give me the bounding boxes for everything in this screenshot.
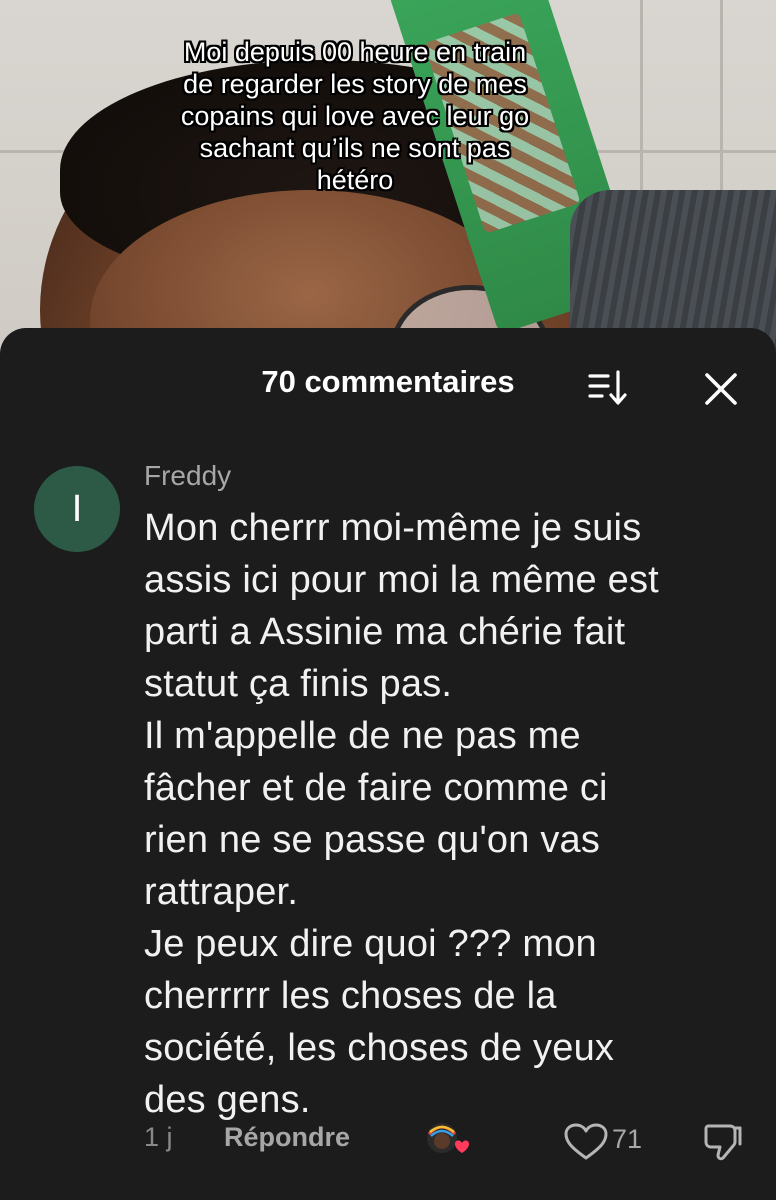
comment-text: Mon cherrr moi-même je suis assis ici po… — [144, 507, 659, 1121]
comment-time: 1 j — [144, 1122, 173, 1152]
close-icon — [705, 373, 737, 405]
comment-avatar[interactable]: I — [34, 466, 120, 552]
comments-sheet: 70 commentaires I Freddy Mon cherrr moi-… — [0, 328, 776, 1200]
thumbs-down-icon — [704, 1124, 742, 1161]
video-caption: Moi depuis 00 heure en train de regarder… — [180, 37, 530, 195]
comments-header: 70 commentaires — [0, 328, 776, 438]
close-button[interactable] — [696, 364, 746, 414]
comment-actions: 1 j Répondre 71 — [0, 1116, 776, 1166]
screen: Moi depuis 00 heure en train de regarder… — [0, 0, 776, 1200]
creator-liked-badge — [427, 1123, 469, 1153]
comment-username[interactable]: Freddy — [144, 460, 231, 492]
sort-button[interactable] — [584, 366, 634, 410]
creator-liked-avatar-icon — [424, 1120, 470, 1160]
dislike-button[interactable] — [700, 1120, 744, 1164]
like-button[interactable] — [562, 1122, 610, 1162]
heart-icon — [564, 1123, 608, 1160]
comment-count: 70 commentaires — [261, 364, 515, 399]
video-player[interactable]: Moi depuis 00 heure en train de regarder… — [0, 0, 776, 380]
reply-button[interactable]: Répondre — [224, 1122, 350, 1153]
sort-icon — [588, 370, 627, 405]
like-count: 71 — [612, 1124, 643, 1154]
